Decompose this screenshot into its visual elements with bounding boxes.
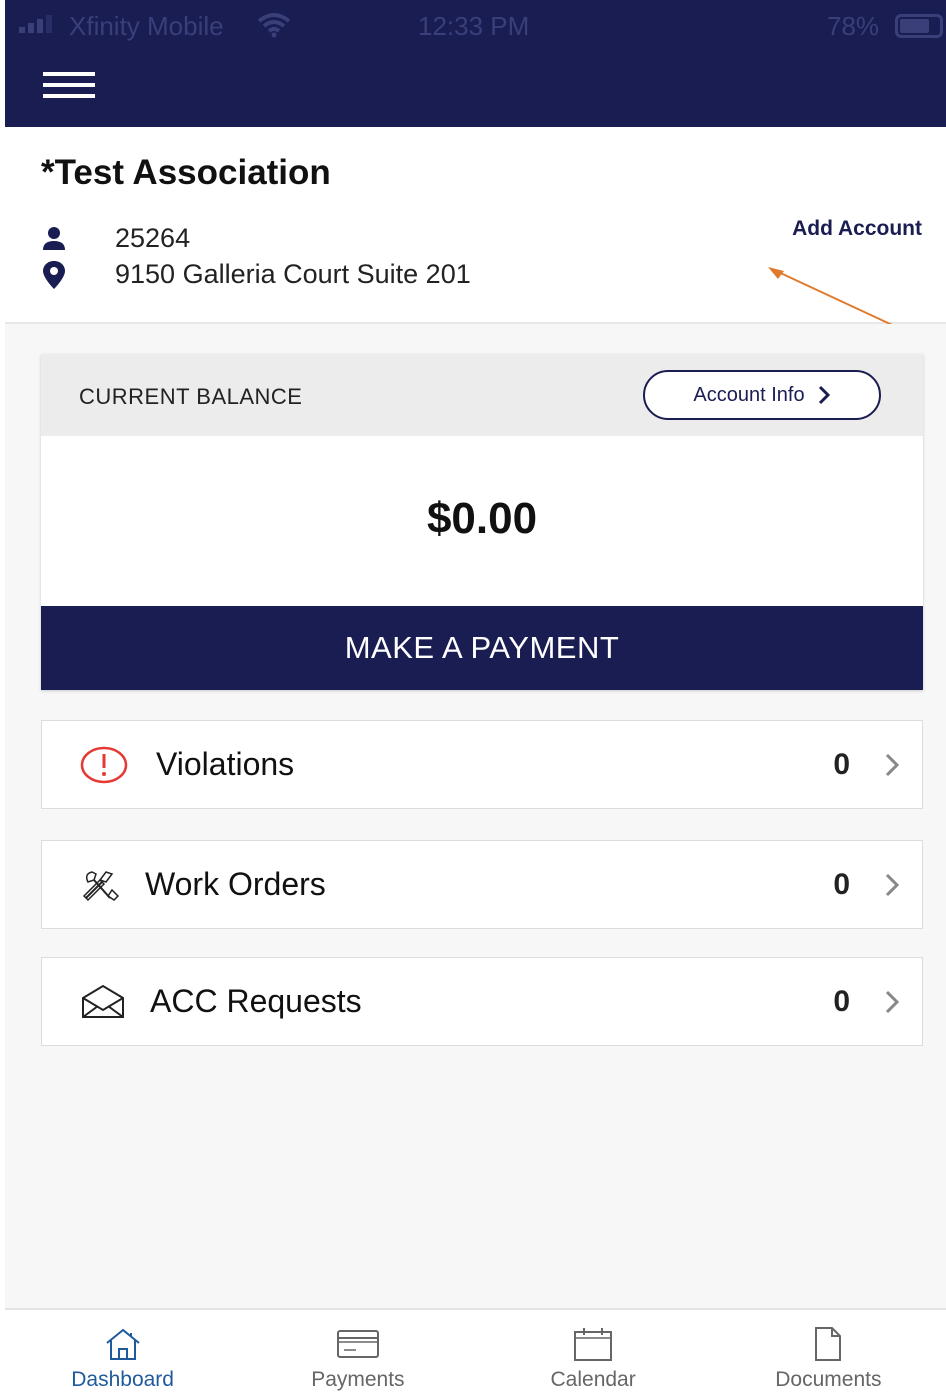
battery-percent: 78% [827,11,880,41]
tab-documents-label: Documents [775,1368,882,1391]
acc-requests-label: ACC Requests [150,983,362,1019]
account-number: 25264 [115,223,191,253]
work-orders-item[interactable]: Work Orders 0 [41,840,923,929]
wifi-icon [257,12,291,45]
battery-icon [895,14,943,38]
acc-requests-count: 0 [833,984,850,1018]
association-name: *Test Association [41,153,331,192]
bottom-tab-bar: Dashboard Payments Calendar Documents [5,1308,946,1397]
envelope-icon [80,958,126,1045]
chevron-right-icon [884,841,900,928]
tab-dashboard-label: Dashboard [71,1368,174,1391]
violations-count: 0 [833,747,850,781]
tab-dashboard[interactable]: Dashboard [5,1310,240,1397]
address: 9150 Galleria Court Suite 201 [115,259,471,289]
balance-header: CURRENT BALANCE Account Info [41,354,923,436]
current-balance-label: CURRENT BALANCE [79,384,303,409]
tab-calendar[interactable]: Calendar [476,1310,711,1397]
acc-requests-item[interactable]: ACC Requests 0 [41,957,923,1046]
calendar-icon [573,1326,613,1362]
work-orders-label: Work Orders [145,866,326,902]
carrier-name: Xfinity Mobile [69,11,224,41]
credit-card-icon [336,1326,380,1362]
tab-payments[interactable]: Payments [240,1310,475,1397]
chevron-right-icon [884,958,900,1045]
account-info-label: Account Info [693,383,805,406]
tab-payments-label: Payments [311,1368,405,1391]
dashboard-content: CURRENT BALANCE Account Info $0.00 MAKE … [5,324,946,1308]
association-info: *Test Association 25264 9150 Galleria Co… [5,127,946,324]
address-row: 9150 Galleria Court Suite 201 [41,259,471,290]
clock: 12:33 PM [418,11,530,41]
balance-card: CURRENT BALANCE Account Info $0.00 MAKE … [41,354,923,690]
tools-icon [80,841,124,928]
work-orders-count: 0 [833,867,850,901]
home-icon [103,1326,143,1362]
violations-item[interactable]: Violations 0 [41,720,923,809]
balance-amount: $0.00 [426,494,538,543]
tab-documents[interactable]: Documents [711,1310,946,1397]
chevron-right-icon [818,385,830,405]
document-icon [813,1326,843,1362]
signal-icon [19,15,52,33]
account-row: 25264 [41,223,190,254]
account-info-button[interactable]: Account Info [643,370,881,420]
chevron-right-icon [884,721,900,808]
hamburger-icon[interactable] [43,70,95,100]
app-header: Xfinity Mobile 12:33 PM 78% [5,0,946,127]
status-bar: Xfinity Mobile 12:33 PM 78% [5,0,946,52]
map-pin-icon [41,260,81,289]
make-payment-button[interactable]: MAKE A PAYMENT [41,606,923,690]
tab-calendar-label: Calendar [550,1368,636,1391]
add-account-link[interactable]: Add Account [792,217,922,241]
user-icon [41,225,81,253]
violations-label: Violations [156,746,295,782]
alert-circle-icon [80,721,128,808]
